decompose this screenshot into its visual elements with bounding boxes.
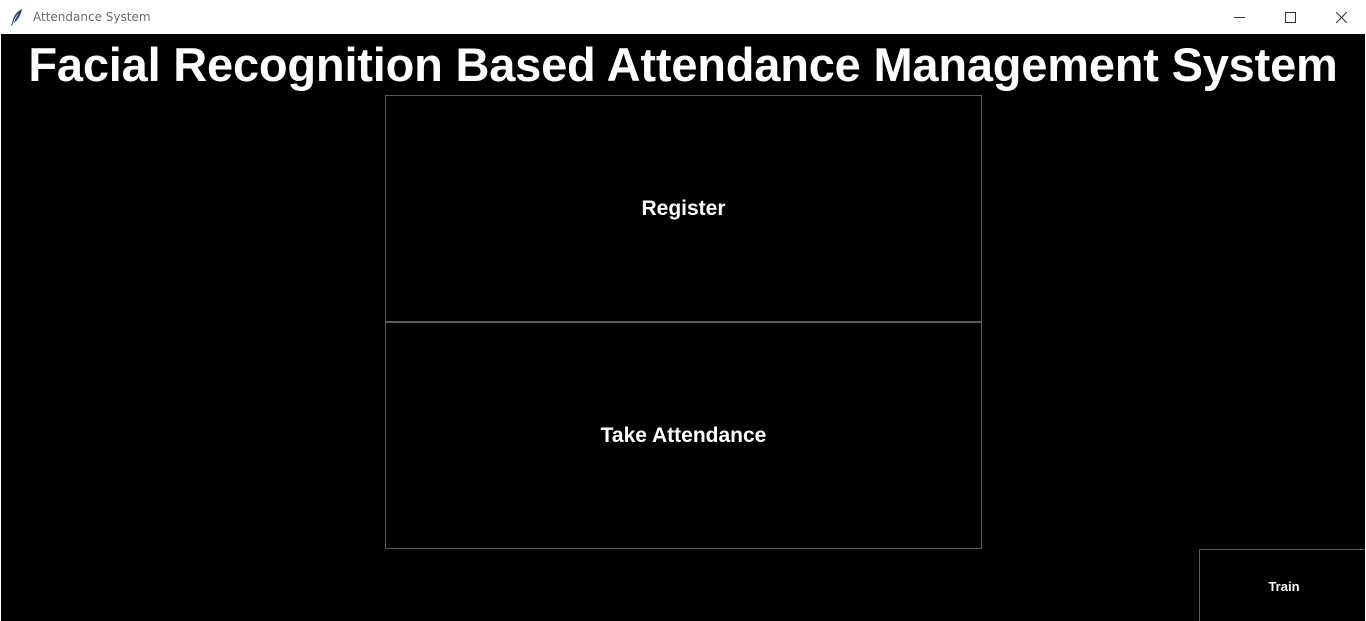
train-button[interactable]: Train: [1199, 549, 1365, 621]
minimize-button[interactable]: [1214, 0, 1264, 34]
register-button[interactable]: Register: [385, 95, 982, 322]
take-attendance-button-label: Take Attendance: [600, 423, 767, 447]
close-icon: [1335, 11, 1347, 23]
app-window: Attendance System Facial Recognition Bas…: [0, 0, 1366, 621]
main-panel: Facial Recognition Based Attendance Mana…: [1, 34, 1365, 621]
feather-icon: [10, 8, 24, 26]
register-button-label: Register: [641, 196, 726, 220]
train-button-label: Train: [1268, 578, 1300, 594]
take-attendance-button[interactable]: Take Attendance: [385, 322, 982, 549]
page-title: Facial Recognition Based Attendance Mana…: [28, 38, 1338, 91]
minimize-icon: [1233, 12, 1245, 23]
window-title: Attendance System: [33, 10, 151, 24]
maximize-button[interactable]: [1265, 0, 1315, 34]
maximize-icon: [1284, 11, 1296, 23]
title-bar[interactable]: Attendance System: [0, 0, 1366, 34]
close-button[interactable]: [1316, 0, 1366, 34]
